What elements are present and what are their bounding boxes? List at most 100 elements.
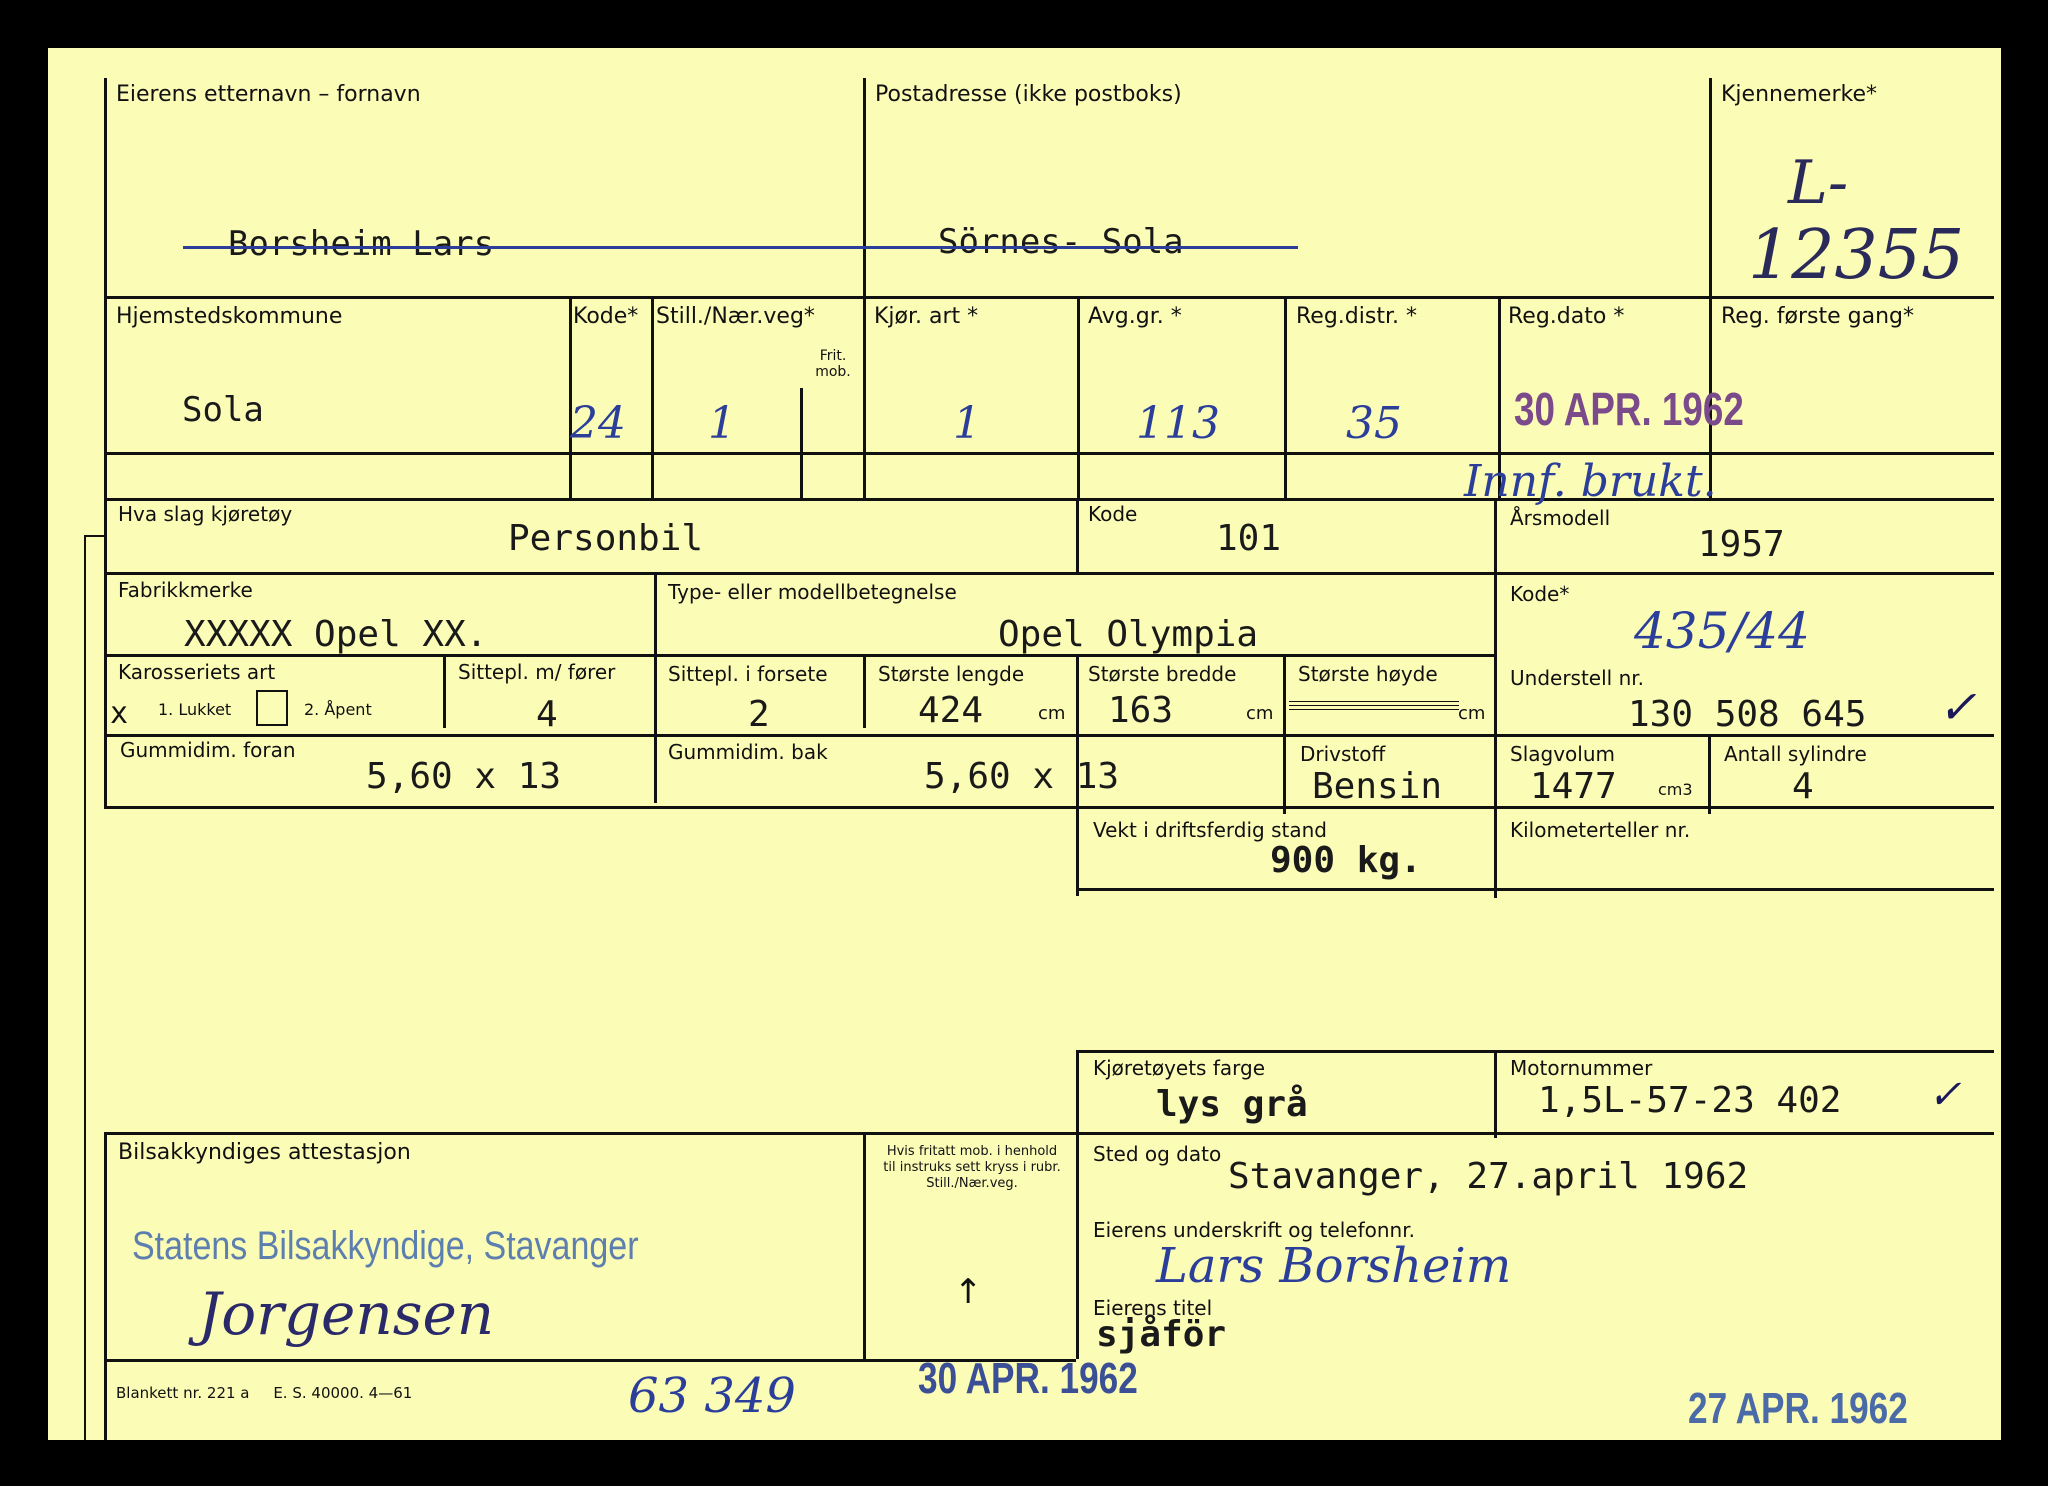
label-vehicle-type: Hva slag kjøretøy [118, 502, 293, 526]
attest-left-line [104, 1132, 107, 1440]
reg-distr-value: 35 [1346, 398, 1402, 449]
kode2-value: 435/44 [1634, 602, 1810, 660]
divider-front-length [863, 654, 866, 728]
divider-volume-cyl [1708, 734, 1711, 814]
label-tyres-front: Gummidim. foran [120, 738, 296, 762]
label-place-date: Sted og dato [1093, 1142, 1222, 1166]
label-municipality: Hjemstedskommune [116, 304, 343, 329]
label-body: Karosseriets art [118, 660, 276, 684]
owner-name-strike [183, 246, 573, 249]
line-tyres [104, 734, 1494, 737]
divider-kjor [863, 296, 866, 501]
owner-signature: Lars Borsheim [1156, 1238, 1512, 1294]
reg-mark-value-2: 12355 [1748, 216, 1965, 295]
label-weight: Vekt i driftsferdig stand [1093, 818, 1327, 842]
kjor-art-value: 1 [953, 398, 981, 449]
avg-gr-value: 113 [1136, 398, 1220, 449]
height-fill-lines [1289, 701, 1459, 713]
divider-note-place [1076, 1132, 1079, 1359]
label-chassis: Understell nr. [1510, 666, 1644, 690]
line-row2 [104, 452, 1994, 455]
label-volume: Slagvolum [1510, 742, 1615, 766]
label-reg-dato: Reg.dato * [1508, 304, 1625, 329]
divider-mob [800, 388, 803, 501]
outer-left-tick [84, 535, 106, 537]
registration-card: Eierens etternavn – fornavn Postadresse … [48, 48, 2001, 1440]
line-make [104, 572, 1494, 575]
label-seats-front: Sittepl. i forsete [668, 662, 828, 686]
label-length: Største lengde [878, 662, 1025, 686]
unit-width-cm: cm [1246, 703, 1274, 724]
divider-vehicle-kode [1076, 498, 1079, 573]
chassis-value: 130 508 645 [1628, 694, 1867, 735]
engine-check: ✓ [1928, 1072, 1962, 1118]
label-tyres-rear: Gummidim. bak [668, 740, 828, 764]
label-reg-mark: Kjennemerke* [1721, 82, 1877, 107]
divider-still [651, 296, 654, 501]
colour-left-line [1076, 1050, 1079, 1138]
unit-cm3: cm3 [1658, 780, 1693, 799]
label-open: 2. Åpent [304, 700, 372, 719]
seats-front-value: 2 [748, 694, 770, 735]
label-vehicle-kode: Kode [1088, 502, 1138, 526]
label-still: Still./Nær.veg* [656, 304, 815, 329]
length-value: 424 [918, 690, 984, 731]
label-frit-mob: Frit. mob. [815, 348, 851, 380]
label-closed: 1. Lukket [158, 700, 232, 719]
label-form-no: Blankett nr. 221 a E. S. 40000. 4—61 [116, 1384, 413, 1402]
model-value: Opel Olympia [998, 614, 1259, 655]
label-model: Type- eller modellbetegnelse [668, 580, 957, 604]
weight-left-line [1076, 806, 1079, 896]
label-address: Postadresse (ikke postboks) [875, 82, 1182, 107]
label-arsmodell: Årsmodell [1510, 506, 1611, 530]
label-exempt-note: Hvis fritatt mob. i henhold til instruks… [883, 1144, 1061, 1191]
label-fuel: Drivstoff [1300, 742, 1386, 766]
fuel-value: Bensin [1312, 766, 1443, 807]
label-height: Største høyde [1298, 662, 1438, 686]
width-value: 163 [1108, 690, 1174, 731]
line-attest-top [104, 1132, 1076, 1135]
vehicle-left-line [104, 498, 107, 808]
open-checkbox [256, 690, 288, 726]
arrow-mark: ↑ [954, 1272, 983, 1312]
label-make: Fabrikkmerke [118, 578, 253, 602]
municipality-value: Sola [182, 390, 264, 430]
divider-attest-note [863, 1132, 866, 1359]
vehicle-kode-value: 101 [1216, 518, 1282, 559]
make-value: XXXXX Opel XX. [184, 614, 488, 655]
weight-value: 900 kg. [1270, 840, 1422, 881]
address-value: Sörnes- Sola [938, 222, 1184, 262]
reg-mark-value-1: L- [1788, 148, 1849, 218]
divider-regdistr [1284, 296, 1287, 501]
vehicle-type-value: Personbil [508, 518, 704, 559]
tyres-rear-value: 5,60 x 13 [924, 756, 1120, 797]
bottom-stamp-2: 27 APR. 1962 [1688, 1384, 1908, 1433]
label-attest: Bilsakkyndiges attestasjon [118, 1140, 411, 1165]
reg-dato-stamp: 30 APR. 1962 [1514, 383, 1744, 435]
place-date-value: Stavanger, 27.april 1962 [1228, 1156, 1749, 1197]
owner-name-value: Borsheim Lars [228, 224, 495, 264]
divider-make-model [654, 572, 657, 803]
attest-signature: Jorgensen [198, 1280, 495, 1348]
label-reg-forste: Reg. første gang* [1721, 304, 1915, 329]
unit-length-cm: cm [1038, 703, 1066, 724]
colour-value: lys grå [1156, 1084, 1308, 1125]
bottom-stamp-1: 30 APR. 1962 [918, 1354, 1138, 1403]
label-seats-driver: Sittepl. m/ fører [458, 660, 616, 684]
label-kode2: Kode* [1510, 582, 1570, 606]
label-avg-gr: Avg.gr. * [1088, 304, 1182, 329]
volume-value: 1477 [1530, 766, 1617, 807]
divider-colour-engine [1494, 1050, 1497, 1138]
label-colour: Kjøretøyets farge [1093, 1056, 1266, 1080]
title-value: sjåför [1096, 1314, 1227, 1355]
import-note: Innf. brukt. [1464, 456, 1717, 507]
address-strike [568, 246, 1298, 249]
left-border-top [104, 78, 107, 501]
seats-driver-value: 4 [536, 694, 558, 735]
label-cylinders: Antall sylindre [1724, 742, 1867, 766]
tyres-front-value: 5,60 x 13 [366, 756, 562, 797]
label-reg-distr: Reg.distr. * [1296, 304, 1417, 329]
label-kode: Kode* [573, 304, 639, 329]
line-weight-bottom [1076, 888, 1994, 891]
label-engine-no: Motornummer [1510, 1056, 1653, 1080]
